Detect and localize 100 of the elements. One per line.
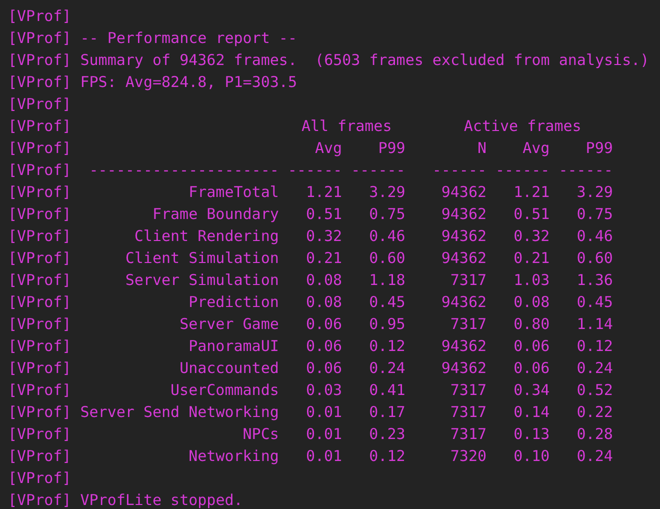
table-cell-text: 0.75 xyxy=(576,204,613,225)
table-cell-text: 7317 xyxy=(449,424,487,445)
log-prefix: [VProf] xyxy=(8,402,72,423)
table-cell-text: 0.03 xyxy=(304,380,342,401)
table-cell-text: 0.17 xyxy=(368,402,406,423)
log-prefix: [VProf] xyxy=(8,160,72,181)
log-prefix: [VProf] xyxy=(8,292,72,313)
table-cell-text: Server Send Networking xyxy=(80,402,279,423)
table-cell-text: 1.18 xyxy=(368,270,406,291)
table-cell-text: 1.21 xyxy=(304,182,342,203)
table-cell-text: 0.08 xyxy=(304,292,342,313)
table-cell-text: 0.51 xyxy=(304,204,342,225)
table-cell-text: 94362 xyxy=(440,204,487,225)
table-cell-text: 0.32 xyxy=(304,226,342,247)
table-cell-text: 0.12 xyxy=(576,336,613,357)
log-prefix: [VProf] xyxy=(8,468,72,489)
table-cell-text: 3.29 xyxy=(368,182,406,203)
log-prefix: [VProf] xyxy=(8,138,72,159)
table-cell-text: 0.60 xyxy=(368,248,406,269)
table-cell-text: UserCommands xyxy=(170,380,279,401)
table-cell-text: 94362 xyxy=(440,358,487,379)
table-cell-text: ------ xyxy=(351,160,406,181)
table-cell-text: 1.14 xyxy=(576,314,613,335)
table-cell-text: Prediction xyxy=(188,292,279,313)
table-cell-text: P99 xyxy=(584,138,613,159)
table-cell-text: 7317 xyxy=(449,380,487,401)
table-cell-text: Client Rendering xyxy=(133,226,279,247)
table-cell-text: 94362 xyxy=(440,226,487,247)
table-cell-text: 94362 xyxy=(440,292,487,313)
column-group-header: Active frames xyxy=(464,116,582,137)
table-cell-text: Server Simulation xyxy=(124,270,279,291)
table-cell-text: 7317 xyxy=(449,270,487,291)
log-prefix: [VProf] xyxy=(8,314,72,335)
table-cell-text: 0.23 xyxy=(368,424,406,445)
table-cell-text: ------ xyxy=(496,160,550,181)
log-prefix: [VProf] xyxy=(8,50,72,71)
table-cell-text: 0.14 xyxy=(512,402,550,423)
table-cell-text: 1.03 xyxy=(512,270,550,291)
table-cell-text: 0.12 xyxy=(368,446,406,467)
table-cell-text: 7317 xyxy=(449,402,487,423)
log-message: -- Performance report -- xyxy=(80,28,297,49)
log-prefix: [VProf] xyxy=(8,490,72,509)
table-cell-text: 0.95 xyxy=(368,314,406,335)
table-cell-text: FrameTotal xyxy=(188,182,279,203)
log-message: FPS: Avg=824.8, P1=303.5 xyxy=(80,72,297,93)
table-cell-text: N xyxy=(476,138,487,159)
table-cell-text: 0.80 xyxy=(512,314,550,335)
table-cell-text: 0.45 xyxy=(576,292,613,313)
table-cell-text: 3.29 xyxy=(576,182,613,203)
table-cell-text: 0.24 xyxy=(368,358,406,379)
table-cell-text: 7320 xyxy=(449,446,487,467)
log-prefix: [VProf] xyxy=(8,72,72,93)
table-cell-text: 94362 xyxy=(440,182,487,203)
table-cell-text: 0.21 xyxy=(512,248,550,269)
table-cell-text: Client Simulation xyxy=(124,248,279,269)
table-cell-text: 7317 xyxy=(449,314,487,335)
table-cell-text: NPCs xyxy=(242,424,279,445)
table-cell-text: 0.46 xyxy=(368,226,406,247)
table-cell-text: ------ xyxy=(558,160,613,181)
table-cell-text: 0.28 xyxy=(576,424,613,445)
table-cell-text: 1.36 xyxy=(576,270,613,291)
table-cell-text: 0.32 xyxy=(512,226,550,247)
log-message: VProfLite stopped. xyxy=(80,490,243,509)
table-cell-text: 0.24 xyxy=(576,446,613,467)
table-cell-text: ------ xyxy=(288,160,342,181)
log-prefix: [VProf] xyxy=(8,248,72,269)
log-prefix: [VProf] xyxy=(8,116,72,137)
log-prefix: [VProf] xyxy=(8,270,72,291)
table-cell-text: 0.06 xyxy=(304,358,342,379)
table-cell-text: 0.46 xyxy=(576,226,613,247)
table-cell-text: 0.41 xyxy=(368,380,406,401)
table-cell-text: Frame Boundary xyxy=(151,204,279,225)
table-cell-text: 0.01 xyxy=(304,446,342,467)
table-cell-text: 94362 xyxy=(440,248,487,269)
table-cell-text: Unaccounted xyxy=(178,358,279,379)
table-cell-text: 0.06 xyxy=(304,314,342,335)
table-cell-text: 0.12 xyxy=(368,336,406,357)
table-cell-text: 0.10 xyxy=(512,446,550,467)
log-prefix: [VProf] xyxy=(8,226,72,247)
table-cell-text: 0.60 xyxy=(576,248,613,269)
table-cell-text: ------ xyxy=(432,160,487,181)
table-cell-text: 0.45 xyxy=(368,292,406,313)
log-prefix: [VProf] xyxy=(8,182,72,203)
table-cell-text: 94362 xyxy=(440,336,487,357)
log-prefix: [VProf] xyxy=(8,6,72,27)
table-cell-text: Server Game xyxy=(178,314,279,335)
log-prefix: [VProf] xyxy=(8,358,72,379)
table-cell-text: P99 xyxy=(377,138,406,159)
table-cell-text: 0.06 xyxy=(512,336,550,357)
table-cell-text: 0.75 xyxy=(368,204,406,225)
table-cell-text: 0.08 xyxy=(512,292,550,313)
table-cell-text: Avg xyxy=(522,138,550,159)
table-cell-text: 0.01 xyxy=(304,402,342,423)
log-prefix: [VProf] xyxy=(8,380,72,401)
table-cell-text: 0.21 xyxy=(304,248,342,269)
table-cell-text: 0.34 xyxy=(512,380,550,401)
log-prefix: [VProf] xyxy=(8,94,72,115)
log-prefix: [VProf] xyxy=(8,446,72,467)
table-cell-text: 0.52 xyxy=(576,380,613,401)
table-cell-text: 0.06 xyxy=(512,358,550,379)
